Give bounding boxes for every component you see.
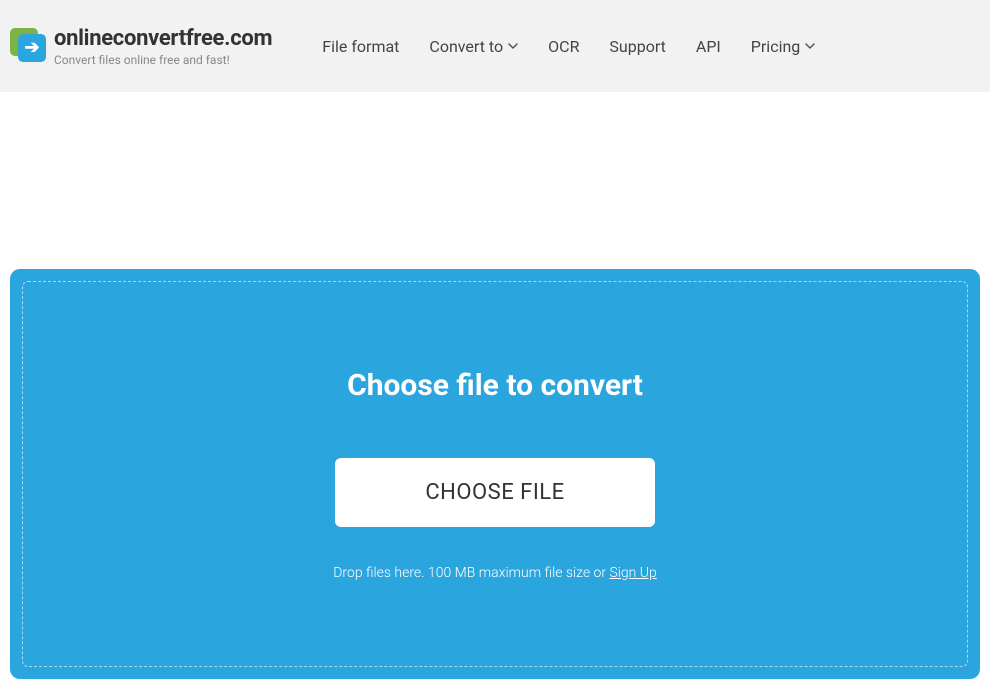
nav-label: Support bbox=[609, 37, 665, 56]
logo-icon: ➔ bbox=[10, 28, 46, 64]
logo-text: onlineconvertfree.com Convert files onli… bbox=[54, 26, 272, 67]
nav-api[interactable]: API bbox=[696, 37, 721, 56]
dropzone-inner: Choose file to convert CHOOSE FILE Drop … bbox=[22, 281, 968, 667]
logo-group[interactable]: ➔ onlineconvertfree.com Convert files on… bbox=[10, 26, 272, 67]
nav-convert-to[interactable]: Convert to bbox=[429, 37, 518, 56]
main: Choose file to convert CHOOSE FILE Drop … bbox=[0, 269, 990, 679]
chevron-down-icon bbox=[805, 43, 815, 49]
nav-pricing[interactable]: Pricing bbox=[751, 37, 816, 56]
nav-label: File format bbox=[322, 37, 399, 56]
nav-ocr[interactable]: OCR bbox=[548, 37, 579, 56]
tagline: Convert files online free and fast! bbox=[54, 53, 272, 67]
nav-file-format[interactable]: File format bbox=[322, 37, 399, 56]
nav-label: Pricing bbox=[751, 37, 801, 56]
nav-label: Convert to bbox=[429, 37, 503, 56]
site-name: onlineconvertfree.com bbox=[54, 26, 272, 51]
choose-file-button[interactable]: CHOOSE FILE bbox=[335, 458, 654, 527]
nav-label: OCR bbox=[548, 37, 579, 56]
chevron-down-icon bbox=[508, 43, 518, 49]
nav-label: API bbox=[696, 37, 721, 56]
nav-support[interactable]: Support bbox=[609, 37, 665, 56]
signup-link[interactable]: Sign Up bbox=[609, 565, 656, 581]
dropzone[interactable]: Choose file to convert CHOOSE FILE Drop … bbox=[10, 269, 980, 679]
header: ➔ onlineconvertfree.com Convert files on… bbox=[0, 0, 990, 92]
drop-hint: Drop files here. 100 MB maximum file siz… bbox=[333, 565, 657, 581]
main-nav: File format Convert to OCR Support API P… bbox=[322, 37, 815, 56]
dropzone-title: Choose file to convert bbox=[347, 368, 643, 403]
drop-hint-text: Drop files here. 100 MB maximum file siz… bbox=[333, 565, 609, 581]
